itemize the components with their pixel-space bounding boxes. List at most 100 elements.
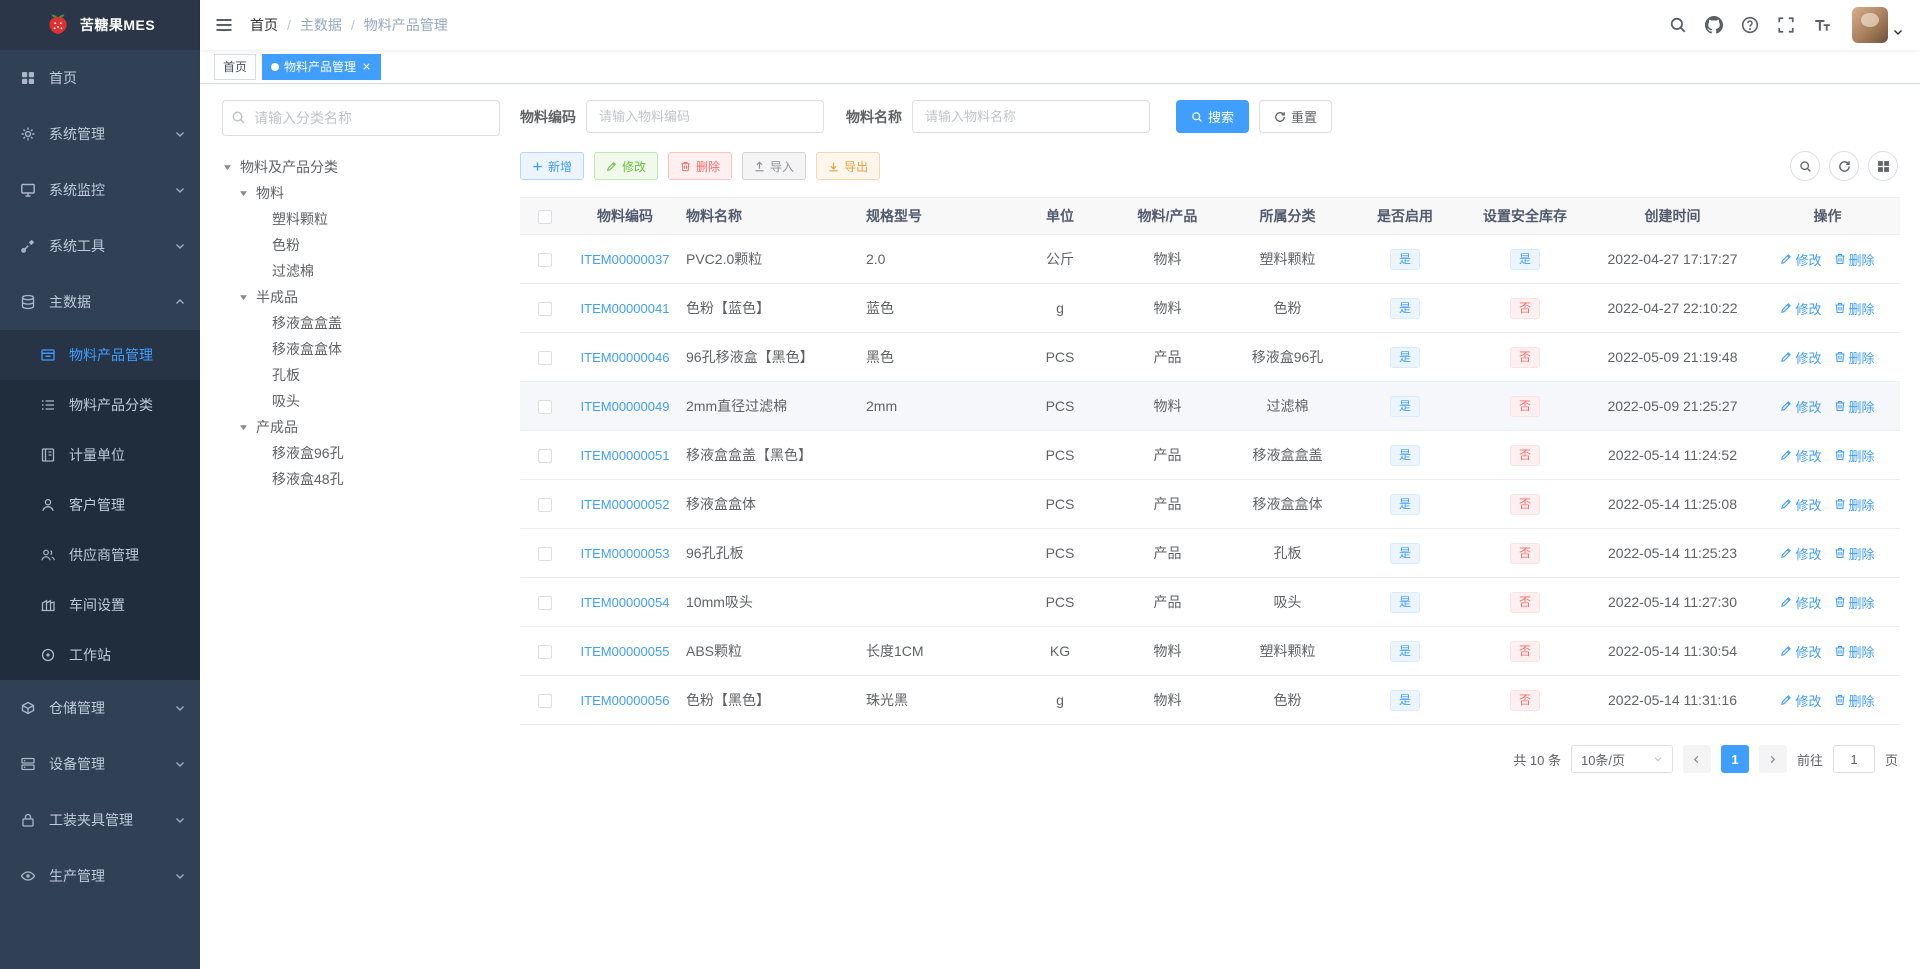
material-code-link[interactable]: ITEM00000052 xyxy=(581,497,670,512)
hamburger-icon[interactable] xyxy=(214,15,234,35)
tree-node[interactable]: 色粉 xyxy=(222,232,500,258)
delete-row-button[interactable]: 删除 xyxy=(1834,642,1875,661)
sidebar-item-home[interactable]: 首页 xyxy=(0,50,200,106)
material-code-input[interactable] xyxy=(586,100,824,133)
tree-node[interactable]: 移液盒盒盖 xyxy=(222,310,500,336)
sidebar-item-equipment-management[interactable]: 设备管理 xyxy=(0,736,200,792)
sidebar-subitem-workshop-settings[interactable]: 车间设置 xyxy=(0,580,200,630)
delete-row-button[interactable]: 删除 xyxy=(1834,250,1875,269)
logo-bar[interactable]: 苦糖果MES xyxy=(0,0,200,50)
font-size-button[interactable] xyxy=(1804,0,1840,50)
tree-caret-icon[interactable] xyxy=(238,421,256,433)
goto-page-input[interactable] xyxy=(1832,745,1875,773)
tree-node[interactable]: 孔板 xyxy=(222,362,500,388)
delete-row-button[interactable]: 删除 xyxy=(1834,495,1875,514)
material-code-link[interactable]: ITEM00000053 xyxy=(581,546,670,561)
column-settings-button[interactable] xyxy=(1868,151,1898,181)
fullscreen-button[interactable] xyxy=(1768,0,1804,50)
row-checkbox[interactable] xyxy=(538,498,552,513)
help-button[interactable] xyxy=(1732,0,1768,50)
material-code-link[interactable]: ITEM00000056 xyxy=(581,693,670,708)
sidebar-subitem-customer-management[interactable]: 客户管理 xyxy=(0,480,200,530)
edit-row-button[interactable]: 修改 xyxy=(1780,250,1822,269)
edit-button[interactable]: 修改 xyxy=(594,152,659,180)
edit-row-button[interactable]: 修改 xyxy=(1780,348,1822,367)
row-checkbox[interactable] xyxy=(538,449,552,464)
select-all-checkbox[interactable] xyxy=(538,210,552,225)
row-checkbox[interactable] xyxy=(538,351,552,366)
sidebar-item-fixture-management[interactable]: 工装夹具管理 xyxy=(0,792,200,848)
page-number-button[interactable]: 1 xyxy=(1720,745,1749,773)
tree-node[interactable]: 移液盒48孔 xyxy=(222,466,500,492)
sidebar-item-master-data[interactable]: 主数据 xyxy=(0,274,200,330)
tree-node[interactable]: 吸头 xyxy=(222,388,500,414)
material-code-link[interactable]: ITEM00000041 xyxy=(581,301,670,316)
row-checkbox[interactable] xyxy=(538,302,552,317)
row-checkbox[interactable] xyxy=(538,400,552,415)
edit-row-button[interactable]: 修改 xyxy=(1780,593,1822,612)
delete-row-button[interactable]: 删除 xyxy=(1834,446,1875,465)
material-code-link[interactable]: ITEM00000046 xyxy=(581,350,670,365)
page-size-select[interactable]: 10条/页 xyxy=(1570,745,1673,773)
tree-node[interactable]: 半成品 xyxy=(222,284,500,310)
edit-row-button[interactable]: 修改 xyxy=(1780,446,1822,465)
sidebar-item-system-tools[interactable]: 系统工具 xyxy=(0,218,200,274)
tag-item[interactable]: 首页 xyxy=(214,53,257,80)
sidebar-subitem-measure-unit[interactable]: 计量单位 xyxy=(0,430,200,480)
edit-row-button[interactable]: 修改 xyxy=(1780,299,1822,318)
delete-button[interactable]: 删除 xyxy=(668,152,733,180)
sidebar-subitem-material-product-category[interactable]: 物料产品分类 xyxy=(0,380,200,430)
delete-row-button[interactable]: 删除 xyxy=(1834,691,1875,710)
edit-row-button[interactable]: 修改 xyxy=(1780,642,1822,661)
row-checkbox[interactable] xyxy=(538,596,552,611)
sidebar-subitem-supplier-management[interactable]: 供应商管理 xyxy=(0,530,200,580)
search-button[interactable]: 搜索 xyxy=(1176,100,1250,133)
breadcrumb-item[interactable]: 主数据 xyxy=(300,15,342,35)
edit-row-button[interactable]: 修改 xyxy=(1780,691,1822,710)
header-search-button[interactable] xyxy=(1660,0,1696,50)
tree-node[interactable]: 物料及产品分类 xyxy=(222,154,500,180)
row-checkbox[interactable] xyxy=(538,694,552,709)
material-code-link[interactable]: ITEM00000054 xyxy=(581,595,670,610)
export-button[interactable]: 导出 xyxy=(816,152,881,180)
breadcrumb-item[interactable]: 首页 xyxy=(250,15,278,35)
row-checkbox[interactable] xyxy=(538,547,552,562)
close-icon[interactable] xyxy=(361,61,372,72)
material-name-input[interactable] xyxy=(912,100,1150,133)
delete-row-button[interactable]: 删除 xyxy=(1834,348,1875,367)
next-page-button[interactable] xyxy=(1758,745,1787,773)
tree-caret-icon[interactable] xyxy=(238,291,256,303)
tree-node[interactable]: 塑料颗粒 xyxy=(222,206,500,232)
avatar[interactable] xyxy=(1852,7,1888,43)
prev-page-button[interactable] xyxy=(1682,745,1711,773)
material-code-link[interactable]: ITEM00000055 xyxy=(581,644,670,659)
tree-caret-icon[interactable] xyxy=(238,187,256,199)
material-code-link[interactable]: ITEM00000037 xyxy=(581,252,670,267)
delete-row-button[interactable]: 删除 xyxy=(1834,397,1875,416)
edit-row-button[interactable]: 修改 xyxy=(1780,495,1822,514)
tree-node[interactable]: 移液盒盒体 xyxy=(222,336,500,362)
category-search-input[interactable] xyxy=(222,100,500,136)
sidebar-item-system-admin[interactable]: 系统管理 xyxy=(0,106,200,162)
avatar-caret-down-icon[interactable] xyxy=(1892,26,1904,38)
row-checkbox[interactable] xyxy=(538,253,552,268)
tree-node[interactable]: 过滤棉 xyxy=(222,258,500,284)
reset-button[interactable]: 重置 xyxy=(1259,100,1333,133)
add-button[interactable]: 新增 xyxy=(520,152,585,180)
toggle-search-button[interactable] xyxy=(1790,151,1820,181)
delete-row-button[interactable]: 删除 xyxy=(1834,593,1875,612)
sidebar-item-production-management[interactable]: 生产管理 xyxy=(0,848,200,904)
sidebar-subitem-workstation[interactable]: 工作站 xyxy=(0,630,200,680)
tree-node[interactable]: 物料 xyxy=(222,180,500,206)
row-checkbox[interactable] xyxy=(538,645,552,660)
tag-active[interactable]: 物料产品管理 xyxy=(262,53,382,80)
github-button[interactable] xyxy=(1696,0,1732,50)
edit-row-button[interactable]: 修改 xyxy=(1780,544,1822,563)
sidebar-item-system-monitor[interactable]: 系统监控 xyxy=(0,162,200,218)
delete-row-button[interactable]: 删除 xyxy=(1834,299,1875,318)
edit-row-button[interactable]: 修改 xyxy=(1780,397,1822,416)
sidebar-subitem-material-product-management[interactable]: 物料产品管理 xyxy=(0,330,200,380)
sidebar-item-warehouse-management[interactable]: 仓储管理 xyxy=(0,680,200,736)
material-code-link[interactable]: ITEM00000051 xyxy=(581,448,670,463)
delete-row-button[interactable]: 删除 xyxy=(1834,544,1875,563)
